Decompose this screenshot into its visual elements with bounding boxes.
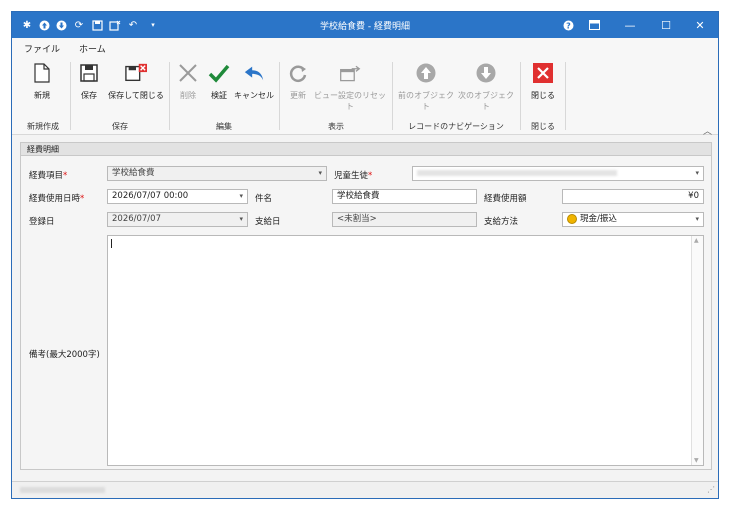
group-new-label: 新規作成 [27,122,59,131]
chevron-down-icon: ▾ [239,192,243,200]
app-window: ✱ ⟳ ↶ ▾ 学校給食費 - 経費明細 ? — ☐ ✕ ファイル ホーム 新規… [11,11,719,499]
ribbon: 新規 保存 保存して閉じる 削除 検証 キャンセル 更新 ビュー設定のリセット … [12,56,718,137]
validate-button[interactable]: 検証 [205,62,233,101]
panel-title: 経費明細 [21,143,711,156]
validate-label: 検証 [211,91,227,100]
scroll-up-icon[interactable]: ▲ [694,237,699,244]
undo-arrow-icon [243,62,265,84]
chevron-down-icon: ▾ [239,215,243,223]
close-red-x-icon [532,62,554,84]
blurred-status [20,487,105,493]
ribbon-separator [169,62,170,130]
status-bar: ⋰ [12,481,718,498]
reset-view-button[interactable]: ビュー設定のリセット [313,62,387,112]
chevron-down-icon: ▾ [318,169,322,177]
group-close-label: 閉じる [531,122,555,131]
required-mark: * [63,171,68,181]
close-label: 閉じる [531,91,555,100]
amount-field[interactable]: ¥0 [562,189,704,204]
close-button[interactable]: 閉じる [526,62,560,101]
blurred-value [417,169,617,176]
ribbon-separator [70,62,71,130]
save-label: 保存 [81,91,97,100]
ribbon-separator [520,62,521,130]
close-icon[interactable]: ✕ [688,16,712,34]
payment-method-label: 支給方法 [484,217,519,227]
delete-x-icon [177,62,199,84]
refresh-label: 更新 [290,91,306,100]
student-label: 児童生徒* [334,171,373,181]
chevron-down-icon: ▾ [695,169,699,177]
new-label: 新規 [34,91,50,100]
maximize-icon[interactable]: ☐ [654,16,678,34]
notes-label: 備考(最大2000字) [29,350,100,360]
resize-grip-icon[interactable]: ⋰ [707,485,715,494]
cancel-button[interactable]: キャンセル [234,62,274,101]
refresh-button[interactable]: 更新 [284,62,312,101]
group-edit-label: 編集 [216,122,232,131]
required-mark: * [368,171,373,181]
save-and-close-label: 保存して閉じる [108,91,164,100]
expense-item-field[interactable]: 学校給食費 ▾ [107,166,327,181]
required-mark: * [80,194,85,204]
usage-datetime-field[interactable]: 2026/07/07 00:00 ▾ [107,189,248,204]
notes-scrollbar[interactable]: ▲ ▼ [691,236,703,465]
next-arrow-icon [475,62,497,84]
subject-label: 件名 [255,194,273,204]
floppy-disk-icon [78,62,100,84]
payment-date-label: 支給日 [255,217,281,227]
register-date-label: 登録日 [29,217,55,227]
title-bar: ✱ ⟳ ↶ ▾ 学校給食費 - 経費明細 ? — ☐ ✕ [12,12,718,38]
next-object-button[interactable]: 次のオブジェクト [457,62,515,112]
previous-object-label: 前のオブジェクト [398,91,454,111]
minimize-icon[interactable]: — [618,16,642,34]
notes-textarea[interactable]: ▲ ▼ [107,235,704,466]
previous-object-button[interactable]: 前のオブジェクト [397,62,455,112]
student-field[interactable]: ▾ [412,166,704,181]
text-cursor [111,239,112,248]
chevron-down-icon: ▾ [695,215,699,223]
save-close-icon [125,62,147,84]
group-view-label: 表示 [328,122,344,131]
previous-arrow-icon [415,62,437,84]
refresh-icon [287,62,309,84]
ribbon-display-icon[interactable] [582,16,606,34]
save-button[interactable]: 保存 [74,62,104,101]
window-title: 学校給食費 - 経費明細 [320,22,410,32]
group-save-label: 保存 [112,122,128,131]
reset-view-icon [339,62,361,84]
amount-label: 経費使用額 [484,194,527,204]
subject-field[interactable]: 学校給食費 [332,189,477,204]
ribbon-separator [565,62,566,130]
ribbon-tabs: ファイル ホーム [12,38,718,58]
tab-file[interactable]: ファイル [24,42,60,55]
checkmark-icon [208,62,230,84]
reset-view-label: ビュー設定のリセット [314,91,386,111]
payment-method-field[interactable]: 現金/振込 ▾ [562,212,704,227]
ribbon-separator [392,62,393,130]
ribbon-separator [279,62,280,130]
delete-button[interactable]: 削除 [174,62,202,101]
help-icon[interactable]: ? [556,16,580,34]
new-button[interactable]: 新規 [24,62,60,101]
cancel-label: キャンセル [234,91,274,100]
coin-icon [567,213,577,224]
svg-text:?: ? [566,21,571,30]
scroll-down-icon[interactable]: ▼ [694,457,699,464]
new-document-icon [31,62,53,84]
usage-datetime-label: 経費使用日時* [29,194,85,204]
expense-item-label: 経費項目* [29,171,68,181]
save-and-close-button[interactable]: 保存して閉じる [106,62,166,101]
register-date-field[interactable]: 2026/07/07 ▾ [107,212,248,227]
payment-date-field[interactable]: <未割当> [332,212,477,227]
group-record-nav-label: レコードのナビゲーション [408,122,504,131]
next-object-label: 次のオブジェクト [458,91,514,111]
delete-label: 削除 [180,91,196,100]
expense-detail-panel: 経費明細 経費項目* 学校給食費 ▾ 児童生徒* ▾ 経費使用日時* 2026/0… [20,142,712,470]
collapse-ribbon-icon[interactable]: ︿ [703,124,712,137]
